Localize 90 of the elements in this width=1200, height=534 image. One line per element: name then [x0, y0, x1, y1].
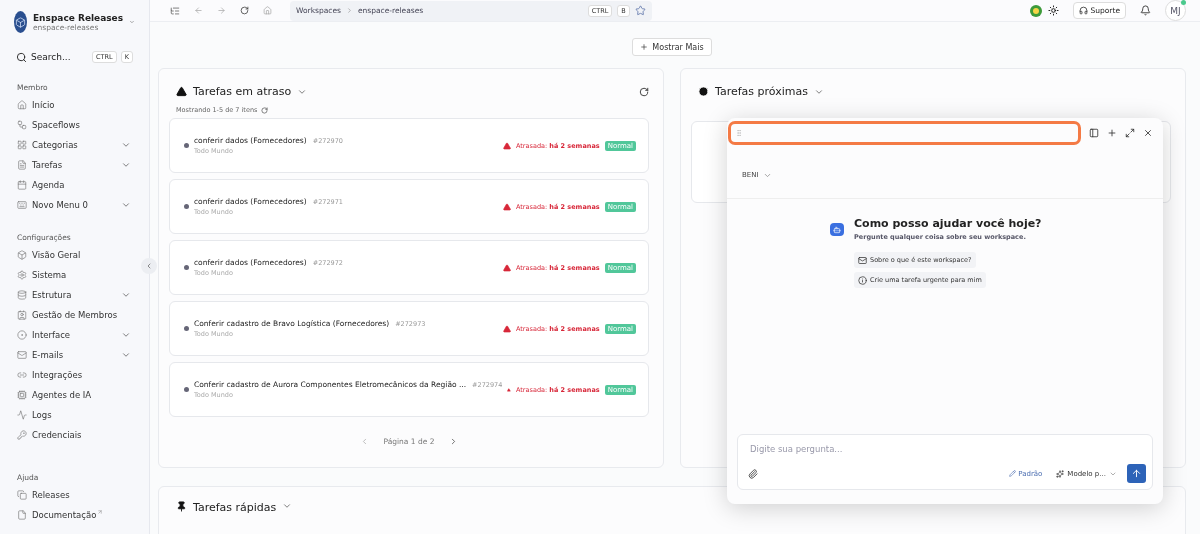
send-button[interactable]	[1127, 464, 1146, 483]
search-label[interactable]: Search...	[31, 52, 89, 62]
menu-item-icon	[17, 270, 27, 280]
drag-handle-icon	[735, 129, 743, 137]
sidebar-item[interactable]: Visão Geral	[0, 245, 149, 265]
warning-icon	[503, 202, 511, 211]
warning-icon	[507, 385, 511, 394]
pencil-icon	[1009, 470, 1017, 477]
chevron-down-icon[interactable]	[121, 290, 131, 300]
menu-item-icon	[17, 250, 27, 260]
menu-item-icon	[17, 510, 27, 520]
sidebar-item[interactable]: Agentes de IA	[0, 385, 149, 405]
pin-icon	[176, 501, 187, 512]
external-link-icon	[97, 509, 104, 515]
chat-heading: Como posso ajudar você hoje?	[854, 217, 1042, 230]
sun-icon[interactable]	[1047, 5, 1059, 16]
menu-item-icon	[17, 140, 27, 150]
workspace-name: Enspace Releases	[32, 12, 124, 23]
collapse-sidebar-button[interactable]	[141, 258, 157, 274]
expand-icon[interactable]	[1125, 128, 1135, 138]
close-icon[interactable]	[1143, 128, 1153, 138]
menu-item-icon	[17, 330, 27, 340]
panel-title: Tarefas próximas	[715, 85, 808, 98]
star-icon[interactable]	[634, 5, 646, 16]
headset-icon	[1078, 6, 1088, 15]
bullet-icon	[184, 326, 189, 331]
refresh-icon[interactable]	[639, 86, 649, 97]
sidebar-item[interactable]: Releases	[0, 485, 149, 505]
sidebar-item[interactable]: Estrutura	[0, 285, 149, 305]
panel-title: Tarefas em atraso	[193, 85, 292, 98]
sidebar-item[interactable]: Agenda	[0, 175, 149, 195]
sidebar-item[interactable]: Sistema	[0, 265, 149, 285]
panel-icon[interactable]	[1089, 128, 1099, 138]
back-icon[interactable]	[194, 6, 203, 15]
search-icon[interactable]	[16, 51, 27, 63]
menu-item-icon	[17, 310, 27, 320]
tree-icon[interactable]	[170, 5, 180, 16]
menu-item-icon	[17, 390, 27, 400]
bullet-icon	[184, 204, 189, 209]
sidebar-item[interactable]: Gestão de Membros	[0, 305, 149, 325]
menu-item-icon	[17, 200, 27, 210]
menu-item-icon	[17, 180, 27, 190]
chevron-down-icon[interactable]	[282, 501, 293, 511]
plus-icon[interactable]	[1107, 128, 1117, 138]
panel-title: Tarefas rápidas	[193, 501, 277, 514]
chevron-down-icon[interactable]	[121, 200, 131, 210]
sidebar-item[interactable]: Categorias	[0, 135, 149, 155]
sidebar-item[interactable]: Novo Menu 0	[0, 195, 149, 215]
reload-icon[interactable]	[240, 6, 249, 15]
warning-icon	[503, 263, 511, 272]
notification-icon[interactable]	[1140, 5, 1151, 16]
warning-icon	[503, 324, 511, 333]
home-icon[interactable]	[263, 6, 272, 15]
forward-icon[interactable]	[217, 6, 226, 15]
menu-item-icon	[17, 370, 27, 380]
arrow-up-icon	[1131, 468, 1142, 479]
chevron-right-icon	[345, 7, 353, 14]
sparkles-icon	[1056, 469, 1065, 478]
sidebar-item[interactable]: E-mails	[0, 345, 149, 365]
mail-icon	[858, 255, 867, 265]
menu-item-icon	[17, 160, 27, 170]
sidebar-item[interactable]: Interface	[0, 325, 149, 345]
sidebar-item[interactable]: Tarefas	[0, 155, 149, 175]
show-more-button[interactable]: Mostrar Mais	[632, 38, 712, 56]
paperclip-icon[interactable]	[748, 468, 758, 479]
menu-item-icon	[17, 490, 27, 500]
sidebar-item[interactable]: Documentação	[0, 505, 149, 525]
sidebar-item[interactable]: Credenciais	[0, 425, 149, 445]
menu-item-icon	[17, 430, 27, 440]
menu-item-icon	[17, 350, 27, 360]
plus-icon	[640, 43, 649, 51]
menu-item-icon	[17, 120, 27, 130]
sidebar-item[interactable]: Início	[0, 95, 149, 115]
warning-icon	[176, 86, 187, 97]
menu-item-icon	[17, 410, 27, 420]
warning-icon	[503, 141, 511, 150]
highlight-frame[interactable]	[728, 121, 1081, 145]
chevron-left-icon	[145, 262, 153, 270]
bullet-icon	[184, 265, 189, 270]
sidebar-item[interactable]: Integrações	[0, 365, 149, 385]
bullet-icon	[184, 143, 189, 148]
menu-item-icon	[17, 100, 27, 110]
user-avatar[interactable]: MJ	[1165, 0, 1186, 21]
bullet-icon	[184, 387, 189, 392]
info-icon	[858, 275, 867, 285]
message-input[interactable]: Digite sua pergunta...	[748, 443, 1146, 455]
menu-item-icon	[17, 290, 27, 300]
flag-icon[interactable]	[1029, 4, 1042, 17]
sidebar-item[interactable]: Spaceflows	[0, 115, 149, 135]
sidebar-item[interactable]: Logs	[0, 405, 149, 425]
